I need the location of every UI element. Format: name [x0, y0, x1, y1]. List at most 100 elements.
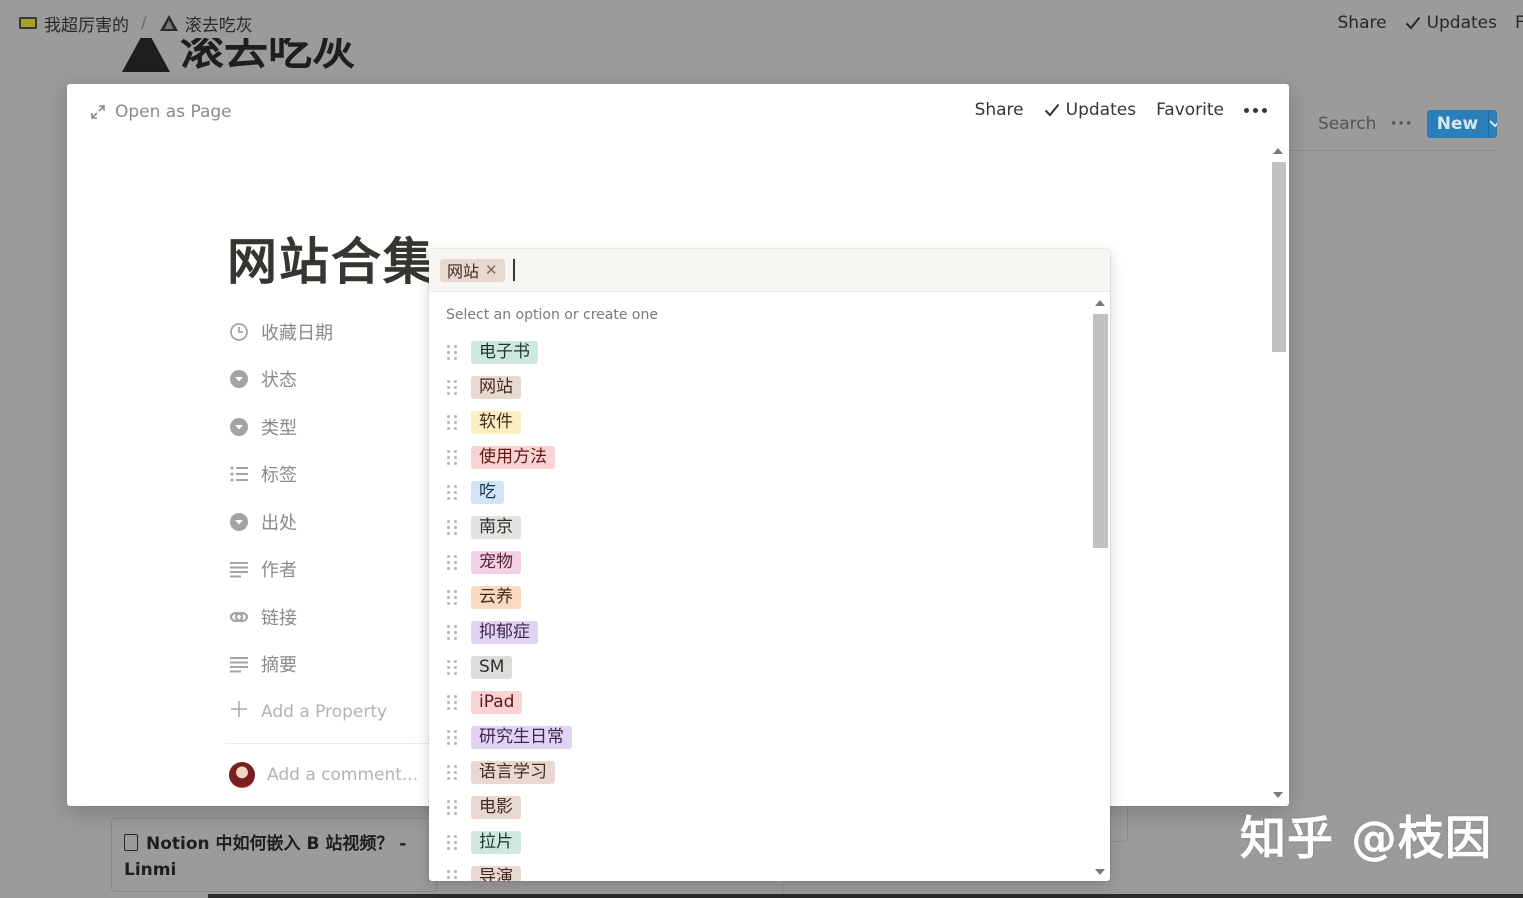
updates-button[interactable]: Updates — [1044, 100, 1136, 120]
scroll-up-icon[interactable] — [1273, 148, 1283, 154]
scrollbar-thumb[interactable] — [1093, 314, 1108, 548]
add-property-button[interactable]: Add a Property — [229, 688, 429, 736]
property-row[interactable]: 收藏日期 — [229, 308, 429, 356]
drag-handle-icon[interactable] — [447, 590, 457, 606]
option-tag: 抑郁症 — [471, 621, 538, 644]
scroll-down-icon[interactable] — [1095, 869, 1105, 875]
option-tag: 网站 — [471, 376, 521, 399]
property-list: 收藏日期 状态 类型 标签 出处 作者 链接 摘要 Add a Property — [229, 308, 429, 736]
option-row[interactable]: 电影 — [429, 790, 1089, 825]
modal-actions: Share Updates Favorite — [975, 100, 1267, 120]
text-icon — [229, 559, 249, 579]
scroll-down-icon[interactable] — [1273, 792, 1283, 798]
property-label: 摘要 — [261, 655, 297, 677]
updates-button[interactable]: Updates — [1405, 13, 1497, 33]
option-tag: 吃 — [471, 481, 504, 504]
document-icon — [124, 834, 138, 851]
option-list: 电子书网站软件使用方法吃南京 宠物 云养抑郁症 SM iPad 研究生日常 语言学习电影拉片… — [429, 335, 1089, 881]
comment-input[interactable]: Add a comment... — [229, 762, 418, 788]
property-row[interactable]: 状态 — [229, 356, 429, 404]
breadcrumb-item-workspace[interactable]: 我超厉害的 — [18, 11, 129, 36]
drag-handle-icon[interactable] — [447, 520, 457, 536]
drag-handle-icon[interactable] — [447, 800, 457, 816]
drag-handle-icon[interactable] — [447, 835, 457, 851]
option-tag: 电影 — [471, 796, 521, 819]
multi-select-icon — [229, 464, 249, 484]
drag-handle-icon[interactable] — [447, 450, 457, 466]
clock-icon — [229, 322, 249, 342]
drag-handle-icon[interactable] — [447, 660, 457, 676]
page-title[interactable]: 网站合集 — [227, 222, 435, 294]
option-row[interactable]: 导演 — [429, 860, 1089, 881]
selected-tag-label: 网站 — [447, 262, 480, 281]
drag-handle-icon[interactable] — [447, 380, 457, 396]
remove-tag-icon[interactable]: ✕ — [485, 261, 498, 279]
breadcrumb-item-page[interactable]: 滚去吃灰 — [159, 11, 253, 36]
drag-handle-icon[interactable] — [447, 415, 457, 431]
option-search-input[interactable]: 网站 ✕ — [429, 249, 1110, 292]
option-row[interactable]: 吃 — [429, 475, 1089, 510]
toolbar-divider — [1290, 150, 1497, 151]
option-row[interactable]: SM — [429, 650, 1089, 685]
option-row[interactable]: 拉片 — [429, 825, 1089, 860]
modal-scrollbar[interactable] — [1269, 142, 1287, 804]
drag-handle-icon[interactable] — [447, 765, 457, 781]
option-row[interactable]: 宠物 — [429, 545, 1089, 580]
card-title: Notion 中如何嵌入 B 站视频？ - — [146, 834, 407, 854]
drag-handle-icon[interactable] — [447, 485, 457, 501]
option-row[interactable]: 语言学习 — [429, 755, 1089, 790]
property-label: 类型 — [261, 417, 297, 439]
property-label: 作者 — [261, 560, 297, 582]
option-row[interactable]: 抑郁症 — [429, 615, 1089, 650]
more-options-icon[interactable]: ··· — [1390, 114, 1412, 134]
avatar — [229, 762, 255, 788]
property-row[interactable]: 作者 — [229, 546, 429, 594]
option-row[interactable]: 网站 — [429, 370, 1089, 405]
option-tag: 拉片 — [471, 831, 521, 854]
modal-header: Open as Page Share Updates Favorite — [67, 84, 1289, 142]
property-row[interactable]: 链接 — [229, 593, 429, 641]
property-row[interactable]: 出处 — [229, 498, 429, 546]
breadcrumb-label: 我超厉害的 — [44, 15, 129, 36]
option-row[interactable]: 电子书 — [429, 335, 1089, 370]
option-tag: 软件 — [471, 411, 521, 434]
option-tag: iPad — [471, 691, 523, 714]
drag-handle-icon[interactable] — [447, 625, 457, 641]
more-options-icon[interactable] — [1244, 107, 1267, 113]
share-button[interactable]: Share — [975, 100, 1024, 120]
select-option-dropdown: 网站 ✕ Select an option or create one 电子书网… — [429, 249, 1110, 881]
updates-label: Updates — [1065, 100, 1137, 120]
open-as-page-button[interactable]: Open as Page — [91, 102, 232, 122]
drag-handle-icon[interactable] — [447, 345, 457, 361]
watermark: 知乎 @枝因 — [1240, 811, 1493, 865]
drag-handle-icon[interactable] — [447, 695, 457, 711]
selected-tag[interactable]: 网站 ✕ — [440, 258, 505, 282]
breadcrumb-label: 滚去吃灰 — [184, 15, 253, 36]
option-tag: 使用方法 — [471, 446, 555, 469]
drag-handle-icon[interactable] — [447, 730, 457, 746]
property-row[interactable]: 标签 — [229, 451, 429, 499]
favorite-button[interactable]: Favorite — [1156, 100, 1224, 120]
search-button[interactable]: Search — [1318, 114, 1376, 134]
properties-divider — [225, 743, 435, 744]
drag-handle-icon[interactable] — [447, 870, 457, 882]
gallery-card[interactable]: Notion 中如何嵌入 B 站视频？ - Linmi — [111, 818, 437, 892]
property-row[interactable]: 类型 — [229, 403, 429, 451]
option-row[interactable]: 南京 — [429, 510, 1089, 545]
option-row[interactable]: 云养 — [429, 580, 1089, 615]
updates-label: Updates — [1426, 13, 1497, 33]
property-row[interactable]: 摘要 — [229, 641, 429, 689]
new-button[interactable]: New — [1426, 110, 1497, 138]
favorite-button-truncated[interactable]: F — [1515, 13, 1523, 33]
drag-handle-icon[interactable] — [447, 555, 457, 571]
scroll-up-icon[interactable] — [1095, 300, 1105, 306]
option-row[interactable]: 使用方法 — [429, 440, 1089, 475]
dropdown-scrollbar[interactable] — [1091, 294, 1108, 881]
option-row[interactable]: iPad — [429, 685, 1089, 720]
scrollbar-thumb[interactable] — [1272, 162, 1286, 352]
share-button[interactable]: Share — [1338, 13, 1387, 33]
chevron-down-icon[interactable] — [1488, 110, 1497, 138]
option-row[interactable]: 研究生日常 — [429, 720, 1089, 755]
option-row[interactable]: 软件 — [429, 405, 1089, 440]
text-cursor — [512, 259, 515, 281]
